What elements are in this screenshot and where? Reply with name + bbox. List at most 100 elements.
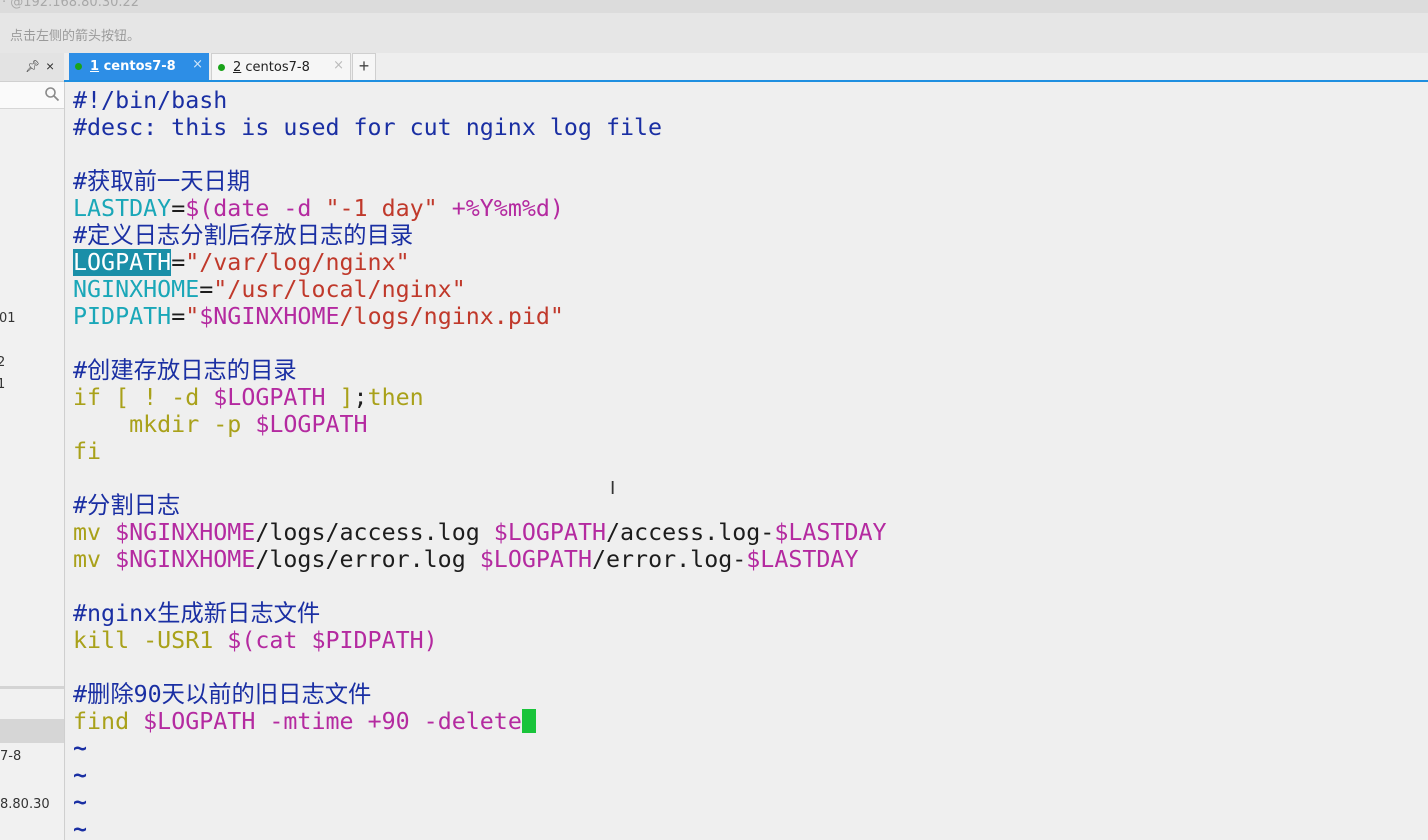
terminal-line: #desc: this is used for cut nginx log fi… [73,114,662,141]
terminal-line: ~ [73,789,87,816]
terminal-token: #分割日志 [73,492,181,519]
tab-session-1[interactable]: 1 centos7-8 × [69,53,209,80]
terminal-token: $LASTDAY [746,546,859,573]
terminal-token: $PIDPATH [311,627,424,654]
terminal-token: $LOGPATH [493,519,607,546]
terminal-token: #定义日志分割后存放日志的目录 [73,222,414,249]
terminal-token: #删除90天以前的旧日志文件 [73,681,372,708]
terminal-token: -mtime +90 -delete [255,708,522,735]
terminal-token: +%Y%m%d) [437,195,564,222]
terminal-line: NGINXHOME="/usr/local/nginx" [73,276,466,303]
terminal-token: /access.log- [606,519,775,546]
terminal-token: ] [325,384,354,411]
terminal-line: mkdir -p $LOGPATH [73,411,368,438]
sidebar-item-fragment[interactable]: 01 [0,311,16,326]
terminal-token: = [171,303,186,330]
tab-close-icon[interactable]: × [192,57,203,72]
terminal-token: $LOGPATH [255,411,368,438]
terminal-token: $NGINXHOME [199,303,340,330]
terminal-line: #删除90天以前的旧日志文件 [73,681,371,708]
terminal-token: /logs/nginx.pid" [339,303,564,330]
terminal-line: #分割日志 [73,492,180,519]
terminal-token: "/var/log/nginx" [185,249,410,276]
terminal-token: $NGINXHOME [115,546,256,573]
title-bar: · @192.168.80.30.22 [0,0,1428,13]
hint-text: 点击左侧的箭头按钮。 [10,29,141,44]
terminal-token: = [171,249,186,276]
terminal-line: LOGPATH="/var/log/nginx" [73,249,410,276]
terminal-token: ) [423,627,438,654]
sidebar-divider[interactable] [0,686,64,689]
terminal-token: "/usr/local/nginx" [213,276,466,303]
terminal-line: LASTDAY=$(date -d "-1 day" +%Y%m%d) [73,195,564,222]
terminal-token: find [73,708,144,735]
terminal-token: $LOGPATH [479,546,592,573]
terminal-token: ~ [73,816,88,840]
terminal-line: mv $NGINXHOME/logs/error.log $LOGPATH/er… [73,546,859,573]
window-title: · @192.168.80.30.22 [2,0,140,10]
session-sidebar: 📌︎ × 01 2 1 7-8 8.80.30 [0,53,65,840]
terminal-token: PIDPATH [73,303,172,330]
terminal-line: fi [73,438,101,465]
terminal-token: then [367,384,424,411]
terminal-token: ; [353,384,368,411]
terminal-token: = [199,276,214,303]
sidebar-header: 📌︎ × [0,53,64,82]
tab-label: 2 centos7-8 [233,60,310,75]
terminal-token: $LOGPATH [143,708,256,735]
search-icon[interactable] [44,86,60,102]
terminal-token: LASTDAY [73,195,172,222]
sidebar-close-icon[interactable]: × [46,58,54,74]
terminal-token: #desc: this is used for cut nginx log fi… [73,114,663,141]
sidebar-selected-row[interactable] [0,719,64,743]
terminal-token: LOGPATH [73,249,172,276]
terminal-token: /logs/access.log [255,519,494,546]
terminal-token: mkdir -p [73,411,256,438]
terminal-line: PIDPATH="$NGINXHOME/logs/nginx.pid" [73,303,564,330]
terminal-token: NGINXHOME [73,276,200,303]
sidebar-search[interactable] [0,82,64,109]
terminal-token: "-1 day" [325,195,438,222]
terminal-text[interactable]: #!/bin/bash #desc: this is used for cut … [73,87,887,840]
terminal-token: ~ [73,789,88,816]
terminal-line: kill -USR1 $(cat $PIDPATH) [73,627,438,654]
terminal-line: if [ ! -d $LOGPATH ];then [73,384,424,411]
terminal-cursor [521,709,536,733]
terminal-line: find $LOGPATH -mtime +90 -delete [73,708,536,735]
terminal-line: ~ [73,816,87,840]
terminal-view[interactable]: #!/bin/bash #desc: this is used for cut … [66,82,1428,840]
terminal-token: ~ [73,762,88,789]
terminal-token: mv [73,519,116,546]
tab-session-2[interactable]: 2 centos7-8 × [211,53,351,80]
new-tab-button[interactable]: + [352,53,376,80]
terminal-token: #创建存放日志的目录 [73,357,297,384]
terminal-token: #!/bin/bash [73,87,228,114]
terminal-token: fi [73,438,102,465]
sidebar-item-fragment[interactable]: 1 [0,377,5,392]
terminal-line: #!/bin/bash [73,87,227,114]
sidebar-item-fragment[interactable]: 2 [0,355,5,370]
tab-label: 1 centos7-8 [90,59,176,74]
terminal-token: $(cat [227,627,312,654]
terminal-token: = [171,195,186,222]
terminal-line: #定义日志分割后存放日志的目录 [73,222,413,249]
terminal-token: mv [73,546,116,573]
tab-close-icon[interactable]: × [333,58,344,73]
terminal-token: /logs/error.log [255,546,480,573]
terminal-line: ~ [73,762,87,789]
text-cursor-icon: I [610,478,616,499]
terminal-token: kill -USR1 [73,627,228,654]
terminal-line: #创建存放日志的目录 [73,357,297,384]
terminal-line: #nginx生成新日志文件 [73,600,320,627]
terminal-token: #获取前一天日期 [73,168,251,195]
terminal-line: mv $NGINXHOME/logs/access.log $LOGPATH/a… [73,519,887,546]
pin-icon[interactable]: 📌︎ [25,59,40,73]
sidebar-item-fragment[interactable]: 7-8 [0,749,21,764]
terminal-token: #nginx生成新日志文件 [73,600,321,627]
terminal-line: ~ [73,735,87,762]
terminal-token: if [ ! -d [73,384,214,411]
terminal-token: $LOGPATH [213,384,326,411]
terminal-token: " [185,303,200,330]
hint-bar: 点击左侧的箭头按钮。 [0,13,1428,53]
sidebar-item-fragment[interactable]: 8.80.30 [0,797,50,812]
